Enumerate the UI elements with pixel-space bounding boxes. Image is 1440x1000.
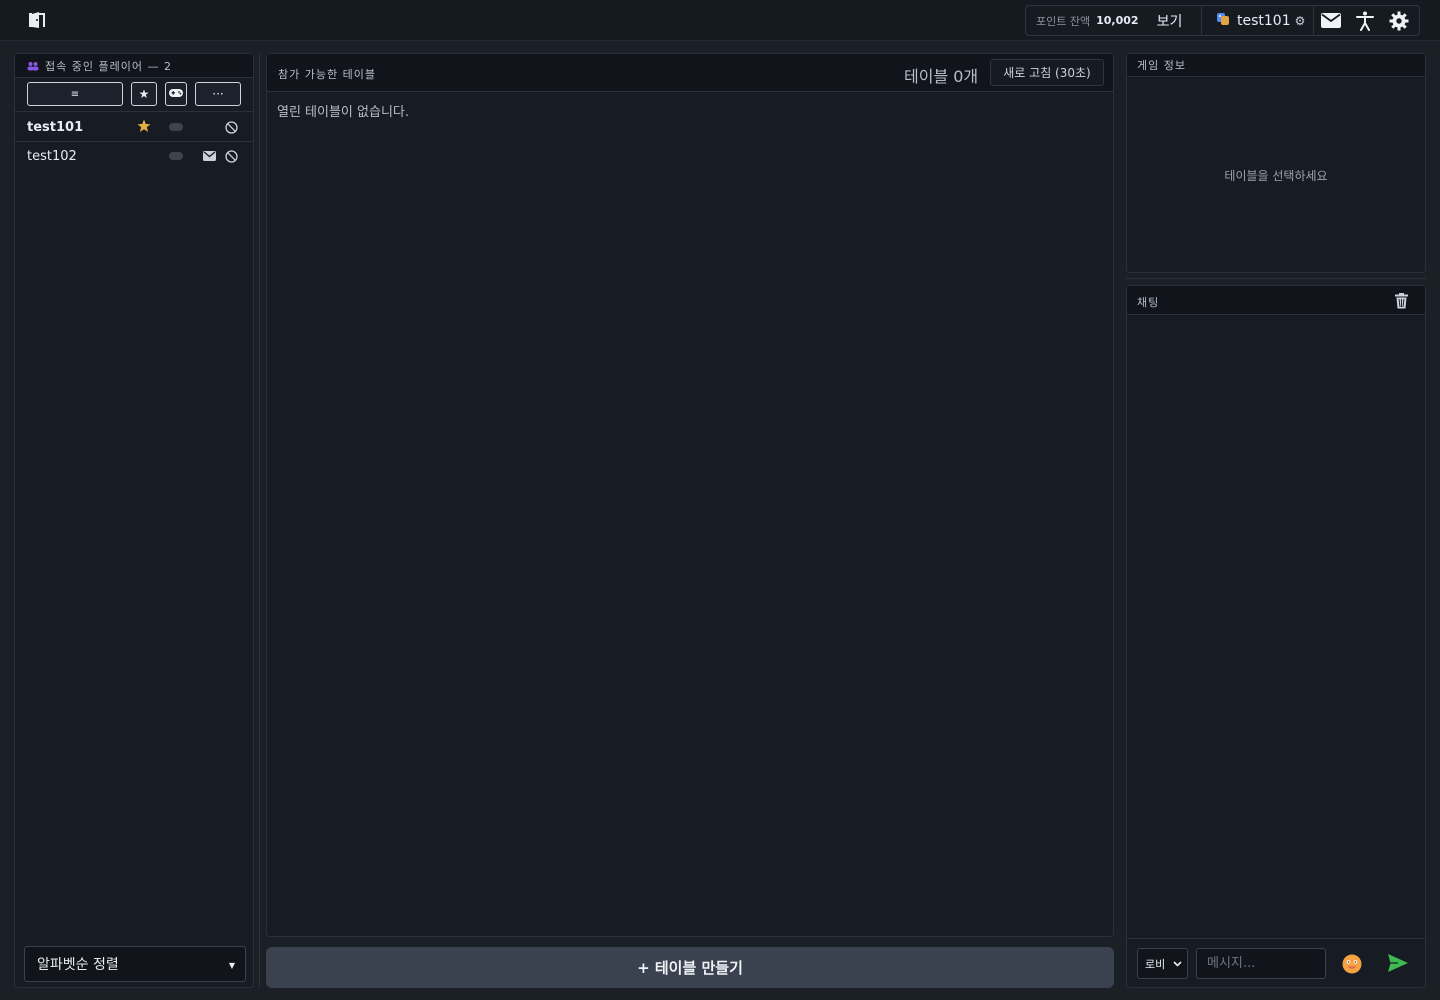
gear-icon[interactable] [1382, 6, 1416, 35]
chat-header: 채팅 [1127, 286, 1425, 315]
block-icon[interactable] [224, 120, 238, 134]
points-label: 포인트 잔액 [1036, 14, 1091, 28]
user-menu[interactable]: test101 ⚙ [1202, 6, 1314, 35]
top-bar: 포인트 잔액 10,002 보기 test101 ⚙ [0, 0, 1440, 41]
emoji-icon[interactable] [1341, 953, 1363, 975]
empty-tables-message: 열린 테이블이 없습니다. [277, 105, 409, 120]
player-name: test101 [27, 120, 84, 135]
username: test101 [1237, 12, 1291, 29]
refresh-button[interactable]: 새로 고침 (30초) [990, 59, 1104, 86]
panel-divider[interactable] [259, 53, 260, 988]
filter-more-button[interactable]: ··· [195, 82, 241, 106]
favorite-star-icon[interactable] [137, 119, 151, 133]
filter-favorites-button[interactable]: ★ [131, 82, 157, 106]
users-icon [27, 56, 39, 75]
select-table-message: 테이블을 선택하세요 [1224, 169, 1328, 183]
star-icon: ★ [138, 87, 150, 101]
players-title: 접속 중인 플레이어 — 2 [45, 59, 172, 73]
more-icon: ··· [212, 87, 224, 101]
trash-icon[interactable] [1394, 293, 1409, 309]
send-icon[interactable] [1387, 953, 1409, 975]
table-count: 테이블 0개 [904, 67, 979, 86]
players-panel: 접속 중인 플레이어 — 2 ≡ ★ ··· test101 test102 알… [14, 53, 254, 988]
chat-title: 채팅 [1137, 296, 1160, 309]
tables-title: 참가 가능한 테이블 [278, 68, 376, 81]
points-value: 10,002 [1096, 14, 1139, 27]
game-info-title: 게임 정보 [1137, 59, 1186, 72]
points-balance: 포인트 잔액 10,002 보기 [1026, 6, 1202, 35]
account-toolbar: 포인트 잔액 10,002 보기 test101 ⚙ [1025, 5, 1420, 36]
chevron-down-icon [1173, 958, 1182, 971]
channel-select[interactable]: 로비 [1137, 948, 1188, 979]
player-filters: ≡ ★ ··· [15, 78, 253, 112]
filter-all-button[interactable]: ≡ [27, 82, 123, 106]
players-header: 접속 중인 플레이어 — 2 [15, 54, 253, 78]
block-icon[interactable] [224, 149, 238, 163]
player-name: test102 [27, 149, 77, 164]
gamepad-icon [169, 120, 183, 134]
message-player-icon[interactable] [202, 149, 216, 163]
gamepad-icon [169, 87, 183, 101]
tables-header: 참가 가능한 테이블 테이블 0개 새로 고침 (30초) [267, 54, 1113, 92]
caret-down-icon: ▼ [228, 961, 235, 970]
gamepad-icon [169, 149, 183, 163]
game-info-header: 게임 정보 [1127, 54, 1425, 77]
list-icon: ≡ [70, 88, 80, 100]
message-input[interactable] [1196, 948, 1326, 979]
sort-label: 알파벳순 정렬 [37, 957, 119, 973]
avatar-icon [1216, 11, 1230, 30]
panel-divider[interactable] [1126, 278, 1426, 279]
player-row[interactable]: test101 [15, 113, 253, 142]
create-table-button[interactable]: + 테이블 만들기 [266, 947, 1114, 988]
tables-panel: 참가 가능한 테이블 테이블 0개 새로 고침 (30초) 열린 테이블이 없습… [266, 53, 1114, 937]
chat-composer: 로비 [1127, 938, 1425, 987]
mail-icon[interactable] [1314, 6, 1348, 35]
chat-panel: 채팅 로비 [1126, 285, 1426, 988]
user-gear-icon: ⚙ [1294, 13, 1306, 28]
channel-label: 로비 [1145, 957, 1166, 971]
door-icon[interactable] [26, 9, 48, 31]
player-row[interactable]: test102 [15, 142, 253, 171]
game-info-panel: 게임 정보 테이블을 선택하세요 [1126, 53, 1426, 273]
filter-playing-button[interactable] [165, 82, 187, 106]
sort-select[interactable]: 알파벳순 정렬 ▼ [24, 946, 246, 982]
accessibility-icon[interactable] [1348, 6, 1382, 35]
view-points-button[interactable]: 보기 [1157, 11, 1183, 31]
